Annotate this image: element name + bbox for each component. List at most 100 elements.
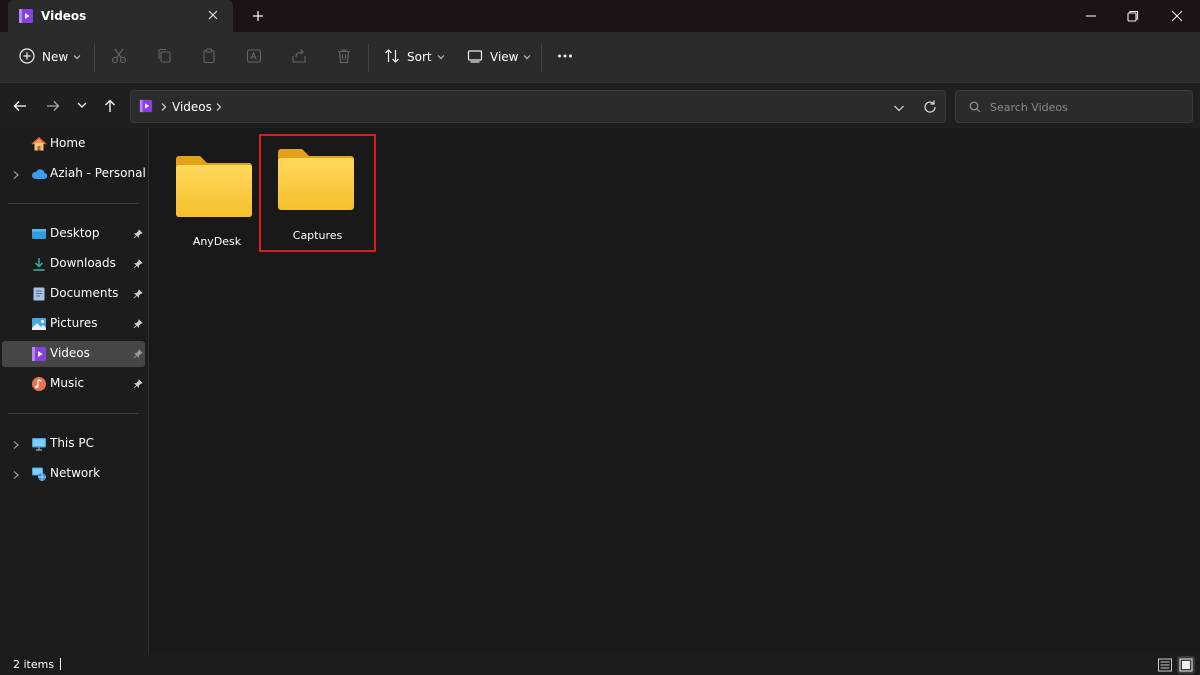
sidebar-item-label: Pictures (50, 316, 98, 330)
item-count: 2 items (13, 658, 55, 671)
tab-videos[interactable]: Videos (8, 0, 233, 32)
plus-circle-icon (18, 47, 36, 68)
sidebar-item-pictures[interactable]: Pictures (2, 311, 145, 337)
tab-title: Videos (41, 9, 87, 23)
network-icon (31, 466, 47, 485)
sidebar-item-label: Desktop (50, 226, 100, 240)
sidebar-item-videos[interactable]: Videos (2, 341, 145, 367)
chevron-right-icon[interactable] (12, 469, 20, 483)
breadcrumb-videos[interactable]: Videos (172, 100, 212, 114)
new-button[interactable]: New (18, 46, 81, 68)
pin-icon[interactable] (133, 378, 143, 392)
pin-icon[interactable] (133, 228, 143, 242)
videos-folder-icon (139, 99, 153, 116)
sidebar-item-label: Videos (50, 346, 90, 360)
sidebar-item-label: Downloads (50, 256, 116, 270)
chevron-right-icon[interactable] (159, 101, 168, 115)
copy-button[interactable] (155, 46, 173, 68)
forward-arrow-icon[interactable] (45, 98, 61, 117)
sidebar-divider (8, 413, 139, 414)
file-list-view: AnyDesk Captures (150, 128, 1200, 655)
sort-button[interactable]: Sort (383, 46, 445, 68)
toolbar-divider (368, 44, 369, 72)
videos-folder-icon (18, 8, 34, 27)
folder-icon (276, 148, 356, 215)
folder-icon (174, 155, 254, 222)
close-tab-icon[interactable] (207, 9, 219, 24)
more-dots-icon (556, 47, 574, 68)
home-icon (31, 136, 47, 155)
sidebar-item-onedrive[interactable]: Aziah - Personal (2, 161, 146, 187)
share-button[interactable] (290, 46, 308, 68)
search-input[interactable] (990, 97, 1185, 117)
details-view-icon[interactable] (1157, 657, 1173, 675)
status-bar: 2 items (0, 655, 1200, 675)
up-arrow-icon[interactable] (102, 98, 118, 117)
minimize-button[interactable] (1083, 8, 1099, 27)
sidebar-item-label: Music (50, 376, 85, 390)
more-options-button[interactable] (556, 46, 574, 68)
rename-icon (245, 47, 263, 68)
chevron-right-icon[interactable] (214, 101, 223, 115)
paste-button[interactable] (200, 46, 218, 68)
search-box[interactable] (955, 90, 1193, 123)
share-icon (290, 47, 308, 68)
view-label: View (490, 50, 519, 64)
sidebar-item-label: This PC (50, 436, 94, 450)
pin-icon[interactable] (133, 318, 143, 332)
sidebar-item-label: Network (50, 466, 101, 480)
folder-anydesk[interactable]: AnyDesk (162, 135, 272, 249)
command-bar: New Sort View (0, 32, 1200, 82)
desktop-folder-icon (31, 226, 47, 245)
chevron-right-icon[interactable] (12, 169, 20, 183)
pin-icon[interactable] (133, 288, 143, 302)
chevron-down-icon (73, 50, 81, 64)
chevron-down-icon (523, 50, 531, 64)
sort-arrows-icon (383, 47, 401, 68)
toolbar-divider (541, 44, 542, 72)
cut-button[interactable] (110, 46, 128, 68)
toolbar-divider (94, 44, 95, 72)
close-window-button[interactable] (1169, 8, 1185, 27)
sidebar-item-network[interactable]: Network (2, 461, 145, 487)
this-pc-icon (31, 436, 47, 455)
address-history-chevron-icon[interactable] (893, 102, 905, 116)
new-tab-button[interactable] (250, 8, 266, 27)
copy-icon (155, 47, 173, 68)
sidebar-item-music[interactable]: Music (2, 371, 145, 397)
navigation-bar: Videos (0, 82, 1200, 128)
music-icon (31, 376, 47, 395)
rename-button[interactable] (245, 46, 263, 68)
sidebar-item-documents[interactable]: Documents (2, 281, 145, 307)
large-icons-view-icon[interactable] (1177, 656, 1195, 674)
view-button[interactable]: View (466, 46, 531, 68)
folder-captures[interactable]: Captures (259, 134, 376, 252)
status-divider (60, 658, 61, 670)
pictures-icon (31, 316, 47, 335)
clipboard-icon (200, 47, 218, 68)
sidebar-item-desktop[interactable]: Desktop (2, 221, 145, 247)
sidebar-item-this-pc[interactable]: This PC (2, 431, 145, 457)
refresh-icon[interactable] (922, 99, 938, 118)
recent-locations-chevron-icon[interactable] (75, 98, 89, 115)
title-bar: Videos (0, 0, 1200, 32)
folder-name: Captures (292, 229, 343, 242)
delete-button[interactable] (335, 46, 353, 68)
downloads-icon (31, 256, 47, 275)
address-bar[interactable]: Videos (130, 90, 946, 123)
sidebar-item-label: Documents (50, 286, 119, 300)
sidebar-item-home[interactable]: Home (2, 131, 145, 157)
chevron-right-icon[interactable] (12, 439, 20, 453)
scissors-icon (110, 47, 128, 68)
view-layout-icon (466, 47, 484, 68)
chevron-down-icon (437, 50, 445, 64)
pin-icon[interactable] (133, 348, 143, 362)
sidebar-divider (8, 203, 139, 204)
back-arrow-icon[interactable] (12, 98, 28, 117)
sidebar-item-label: Home (50, 136, 86, 150)
search-icon (969, 101, 981, 116)
pin-icon[interactable] (133, 258, 143, 272)
sidebar-item-downloads[interactable]: Downloads (2, 251, 145, 277)
documents-icon (31, 286, 47, 305)
restore-button[interactable] (1125, 8, 1141, 27)
